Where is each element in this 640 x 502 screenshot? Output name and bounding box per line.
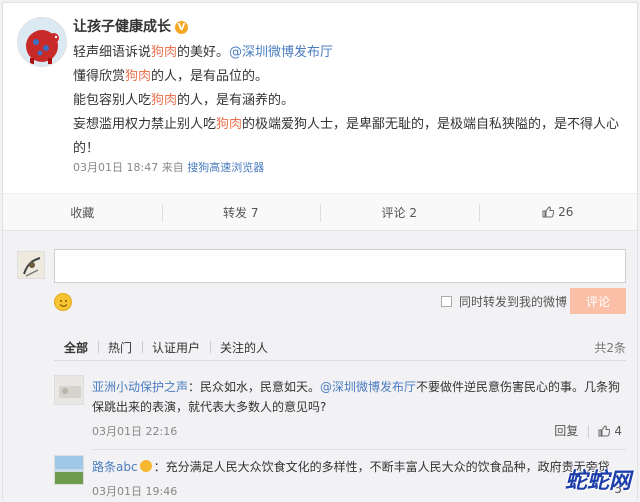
post-content: 轻声细语诉说狗肉的美好。@深圳微博发布厅 懂得欣赏狗肉的人，是有品位的。 能包容… [73,45,620,156]
tab-hot[interactable]: 热门 [98,339,142,356]
poster-avatar[interactable] [17,17,67,67]
post-source[interactable]: 搜狗高速浏览器 [187,161,264,174]
site-watermark: 蛇蛇网 [564,468,631,494]
mention-link[interactable]: @深圳微博发布厅 [320,380,416,394]
post-meta: 03月01日 18:47 来自 搜狗高速浏览器 [73,161,265,174]
vip-badge-icon: V [175,21,188,34]
comment-button[interactable]: 评论 2 [320,194,479,230]
keyword-link[interactable]: 狗肉 [151,93,177,108]
emoji-icon[interactable] [54,293,72,311]
keyword-link[interactable]: 狗肉 [216,117,242,132]
repost-button[interactable]: 转发 7 [161,194,321,230]
comment-like-count: 4 [614,423,622,438]
comment-count: 共2条 [594,341,626,355]
post-timestamp[interactable]: 03月01日 18:47 [73,161,158,174]
thumb-up-icon [542,206,555,218]
tab-following[interactable]: 关注的人 [210,339,278,356]
like-button[interactable]: 26 [478,194,638,230]
comment-input[interactable] [54,249,626,283]
weibo-post-card: 让孩子健康成长 V 轻声细语诉说狗肉的美好。@深圳微博发布厅 懂得欣赏狗肉的人，是… [2,2,638,501]
commenter-name[interactable]: 亚洲小动保护之声 [92,380,188,394]
tab-all[interactable]: 全部 [54,339,98,356]
poster-username[interactable]: 让孩子健康成长 V [73,16,188,36]
comment-timestamp: 03月01日 22:16 [92,425,178,438]
favorite-button[interactable]: 收藏 [3,194,162,230]
comment-divider [92,449,626,450]
thumb-up-icon[interactable] [598,424,611,437]
mention-link[interactable]: @深圳微博发布厅 [229,45,333,60]
submit-comment-button[interactable]: 评论 [570,288,626,314]
comment-timestamp: 03月01日 19:46 [92,485,178,498]
comment-compose-area: 同时转发到我的微博 评论 [3,231,637,323]
tab-verified[interactable]: 认证用户 [142,339,210,356]
emoji-icon [139,460,152,472]
commenter-avatar[interactable] [54,455,84,485]
post-action-bar: 收藏 转发 7 评论 2 26 [3,193,637,231]
keyword-link[interactable]: 狗肉 [151,45,177,60]
keyword-link[interactable]: 狗肉 [125,69,151,84]
commenter-avatar[interactable] [54,375,84,405]
reply-button[interactable]: 回复 [554,422,578,439]
comment-list: 亚洲小动保护之声：民众如水，民意如天。@深圳微博发布厅不要做件逆民意伤害民心的事… [3,369,637,501]
also-repost-checkbox[interactable] [441,296,452,307]
also-repost-option[interactable]: 同时转发到我的微博 [441,293,567,310]
current-user-avatar[interactable] [17,251,45,279]
commenter-name[interactable]: 路条abc [92,460,138,474]
comment-filter-tabs: 全部 热门 认证用户 关注的人 共2条 [3,323,637,369]
